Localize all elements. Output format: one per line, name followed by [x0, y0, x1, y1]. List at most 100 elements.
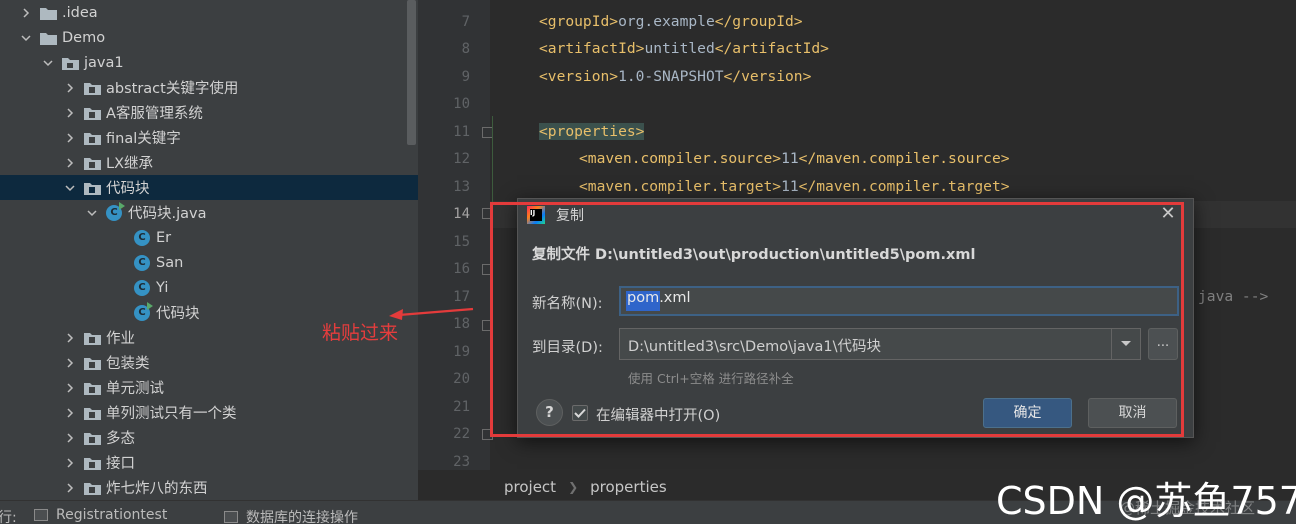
- chevron-right-icon[interactable]: [64, 107, 76, 119]
- line-number: 15: [453, 234, 470, 250]
- chevron-right-icon[interactable]: [64, 357, 76, 369]
- tab-label: Registrationtest: [56, 507, 168, 523]
- line-number: 16: [453, 261, 470, 277]
- line-number: 13: [453, 179, 470, 195]
- line-number: 22: [453, 426, 470, 442]
- tree-item-java-file[interactable]: C 代码块.java: [0, 200, 418, 225]
- class-icon: C: [134, 279, 150, 296]
- line-number: 12: [453, 151, 470, 167]
- tree-item-demo[interactable]: Demo: [0, 25, 418, 50]
- tree-item-label: .idea: [62, 4, 98, 21]
- tree-item-label: San: [156, 254, 184, 271]
- cancel-button[interactable]: 取消: [1088, 398, 1177, 428]
- tree-item-package[interactable]: abstract关键字使用: [0, 75, 418, 100]
- xml-tag: <maven.compiler.target>: [579, 178, 782, 195]
- line-number: 21: [453, 399, 470, 415]
- tree-item-label: A客服管理系统: [106, 106, 203, 122]
- chevron-right-icon[interactable]: [64, 432, 76, 444]
- xml-tag: <artifactId>: [539, 40, 645, 57]
- chevron-down-icon[interactable]: [20, 32, 32, 44]
- tree-item-package[interactable]: A客服管理系统: [0, 100, 418, 125]
- breadcrumb-item[interactable]: project: [504, 478, 556, 496]
- line-number: 10: [453, 96, 470, 112]
- xml-text: 11: [781, 150, 799, 167]
- tree-item-label: Demo: [62, 29, 106, 46]
- new-name-input[interactable]: [619, 286, 1179, 316]
- xml-text: 1.0-SNAPSHOT: [618, 68, 724, 85]
- line-number: 20: [453, 371, 470, 387]
- help-button[interactable]: ?: [536, 399, 563, 426]
- chevron-right-icon[interactable]: [64, 157, 76, 169]
- package-icon: [84, 481, 101, 495]
- xml-tag: </artifactId>: [714, 40, 829, 57]
- target-dir-combo[interactable]: D:\untitled3\src\Demo\java1\代码块: [619, 328, 1141, 360]
- watermark-sub: @稀土掘金技术社区: [1120, 499, 1256, 517]
- chevron-right-icon[interactable]: [64, 407, 76, 419]
- code-line: <artifactId>untitled</artifactId>: [539, 38, 829, 60]
- code-line: <maven.compiler.source>11</maven.compile…: [579, 148, 1010, 170]
- tree-item-label: 单列测试只有一个类: [106, 406, 237, 422]
- chevron-right-icon[interactable]: [64, 482, 76, 494]
- fold-marker-icon[interactable]: [482, 320, 493, 331]
- chevron-right-icon[interactable]: [64, 132, 76, 144]
- chevron-down-icon[interactable]: [86, 207, 98, 219]
- tab-registrationtest[interactable]: Registrationtest: [34, 507, 167, 523]
- annotation-arrow-icon: [389, 307, 474, 320]
- chevron-right-icon[interactable]: [64, 382, 76, 394]
- tree-item-class[interactable]: C Er: [0, 225, 418, 250]
- checkmark-icon: [574, 408, 586, 418]
- package-icon: [84, 381, 101, 395]
- close-icon[interactable]: ✕: [1159, 205, 1177, 223]
- tree-item-package[interactable]: 多态: [0, 425, 418, 450]
- chevron-down-icon[interactable]: [64, 182, 76, 194]
- tree-item-package[interactable]: 包装类: [0, 350, 418, 375]
- tree-item-class[interactable]: C Yi: [0, 275, 418, 300]
- tree-item-label: abstract关键字使用: [106, 81, 239, 97]
- tree-item-label: java1: [84, 54, 124, 71]
- chevron-right-icon[interactable]: [20, 7, 32, 19]
- chevron-down-icon[interactable]: [1111, 329, 1140, 359]
- tree-item-package[interactable]: 单元测试: [0, 375, 418, 400]
- chevron-right-icon[interactable]: [64, 332, 76, 344]
- tree-item-label: LX继承: [106, 156, 154, 172]
- window-icon: [224, 511, 238, 523]
- tree-item-package[interactable]: 接口: [0, 450, 418, 475]
- open-in-editor-checkbox[interactable]: [572, 405, 588, 421]
- tree-item-java1[interactable]: java1: [0, 50, 418, 75]
- fold-marker-icon[interactable]: [482, 264, 493, 275]
- line-number-current: 14: [453, 206, 470, 222]
- package-icon: [84, 406, 101, 420]
- chevron-right-icon[interactable]: [64, 82, 76, 94]
- bottom-prefix: 行:: [0, 510, 17, 524]
- tree-item-label: 炸七炸八的东西: [106, 481, 208, 497]
- new-name-label: 新名称(N):: [532, 296, 603, 312]
- tree-item-label: 代码块: [106, 181, 150, 197]
- xml-tag: </maven.compiler.target>: [798, 178, 1010, 195]
- tree-item-class[interactable]: C San: [0, 250, 418, 275]
- intellij-logo-icon: [527, 206, 545, 224]
- tree-item-package-selected[interactable]: 代码块: [0, 175, 418, 200]
- folder-icon: [40, 31, 57, 45]
- ok-button[interactable]: 确定: [983, 398, 1072, 428]
- tree-item-label: 包装类: [106, 356, 150, 372]
- browse-button[interactable]: ...: [1148, 328, 1178, 360]
- tree-scrollbar[interactable]: [407, 0, 416, 145]
- fold-marker-icon[interactable]: [482, 429, 493, 440]
- dialog-title: 复制: [556, 208, 584, 224]
- breadcrumb-item[interactable]: properties: [590, 478, 667, 496]
- tree-item-label: Yi: [156, 279, 169, 296]
- xml-tag-highlighted: <properties>: [539, 123, 645, 140]
- chevron-down-icon[interactable]: [42, 57, 54, 69]
- chevron-right-icon[interactable]: [64, 457, 76, 469]
- tree-item-package[interactable]: final关键字: [0, 125, 418, 150]
- dialog-titlebar[interactable]: 复制 ✕: [518, 199, 1193, 231]
- tree-item-idea[interactable]: .idea: [0, 0, 418, 25]
- path-completion-hint: 使用 Ctrl+空格 进行路径补全: [628, 371, 794, 386]
- tree-item-label: 多态: [106, 431, 135, 447]
- tree-item-package[interactable]: 单列测试只有一个类: [0, 400, 418, 425]
- tree-item-label: 代码块: [156, 306, 200, 322]
- tree-item-package[interactable]: LX继承: [0, 150, 418, 175]
- open-in-editor-label[interactable]: 在编辑器中打开(O): [596, 404, 720, 425]
- tree-item-package[interactable]: 炸七炸八的东西: [0, 475, 418, 500]
- tab-database-connection[interactable]: 数据库的连接操作: [224, 507, 358, 524]
